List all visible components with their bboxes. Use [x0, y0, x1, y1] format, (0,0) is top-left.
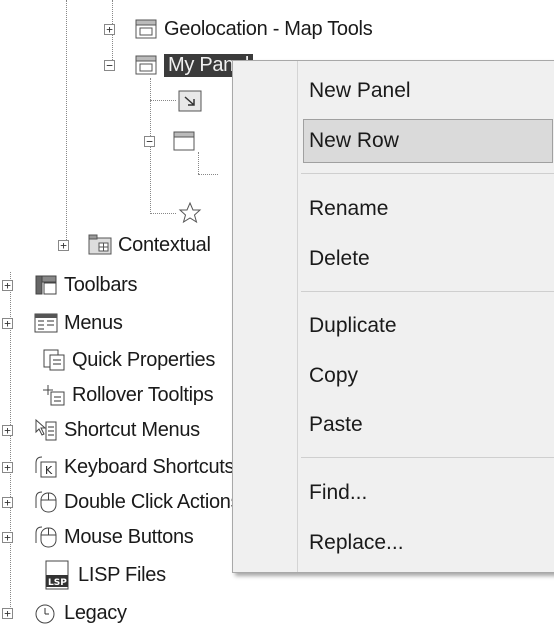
- tree-item-menus[interactable]: + Menus: [2, 306, 123, 340]
- tree-item-label: Mouse Buttons: [64, 525, 194, 548]
- menu-separator: [301, 173, 554, 174]
- menu-separator: [301, 457, 554, 458]
- toolbar-icon: [34, 273, 58, 297]
- tree-item-label: Menus: [64, 311, 123, 334]
- menu-item-label: Paste: [309, 413, 363, 436]
- shortcut-menu-icon: [34, 418, 58, 442]
- tree-item-label: Legacy: [64, 601, 127, 624]
- tree-item-label: Keyboard Shortcuts: [64, 455, 235, 478]
- tree-item-my-panel[interactable]: − My Panel: [104, 48, 253, 82]
- menu-item-label: Find...: [309, 481, 368, 504]
- tree-item-mouse-buttons[interactable]: + Mouse Buttons: [2, 520, 194, 554]
- tree-item-label: Toolbars: [64, 273, 138, 296]
- panel-row-icon: [172, 129, 196, 153]
- dialog-launcher-icon: [178, 89, 202, 113]
- tree-item-rollover-tooltips[interactable]: Rollover Tooltips: [2, 378, 214, 412]
- context-menu: New Panel New Row Rename Delete Duplicat…: [232, 60, 554, 573]
- menu-item-delete[interactable]: Delete: [233, 237, 554, 281]
- expand-icon[interactable]: +: [2, 280, 13, 291]
- menu-item-replace[interactable]: Replace...: [233, 521, 554, 565]
- menu-item-rename[interactable]: Rename: [233, 187, 554, 231]
- menu-icon: [34, 311, 58, 335]
- lisp-file-icon: LSP: [42, 560, 72, 590]
- menu-item-duplicate[interactable]: Duplicate: [233, 304, 554, 348]
- expand-icon[interactable]: +: [2, 318, 13, 329]
- tree-item-keyboard-shortcuts[interactable]: + K Keyboard Shortcuts: [2, 450, 235, 484]
- expand-icon[interactable]: +: [2, 608, 13, 619]
- tree-item-label: Double Click Actions: [64, 490, 241, 513]
- tree-connector: [66, 0, 67, 248]
- menu-item-new-panel[interactable]: New Panel: [233, 69, 554, 113]
- menu-item-label: Delete: [309, 247, 370, 270]
- contextual-tab-icon: [88, 233, 112, 257]
- menu-item-label: New Row: [309, 129, 399, 152]
- tree-item-row[interactable]: −: [140, 124, 202, 158]
- menu-item-find[interactable]: Find...: [233, 471, 554, 515]
- expand-icon[interactable]: +: [104, 24, 115, 35]
- tree-item-toolbars[interactable]: + Toolbars: [2, 268, 138, 302]
- tree-item-label: LISP Files: [78, 563, 166, 586]
- expand-icon[interactable]: +: [2, 425, 13, 436]
- tree-item-label: Shortcut Menus: [64, 418, 200, 441]
- panel-folder-icon: [134, 53, 158, 77]
- menu-item-label: Duplicate: [309, 314, 397, 337]
- menu-item-copy[interactable]: Copy: [233, 354, 554, 398]
- expand-icon[interactable]: +: [58, 240, 69, 251]
- tree-item-contextual[interactable]: + Contextual: [58, 228, 211, 262]
- tree-item-child[interactable]: [178, 84, 208, 118]
- menu-item-label: Copy: [309, 364, 359, 387]
- tree-item-double-click-actions[interactable]: + Double Click Actions: [2, 485, 241, 519]
- tree-connector: [198, 174, 218, 175]
- menu-separator: [301, 291, 554, 292]
- svg-text:LSP: LSP: [48, 578, 67, 588]
- panel-folder-icon: [134, 17, 158, 41]
- mouse-icon: [34, 490, 58, 514]
- tree-item-quick-properties[interactable]: Quick Properties: [2, 343, 215, 377]
- svg-text:K: K: [45, 464, 53, 477]
- expand-icon[interactable]: +: [2, 462, 13, 473]
- legacy-clock-icon: [34, 601, 58, 625]
- tree-connector: [150, 213, 176, 214]
- collapse-icon[interactable]: −: [104, 60, 115, 71]
- tree-item-label: Contextual: [118, 233, 211, 256]
- expand-icon[interactable]: +: [2, 532, 13, 543]
- tree-connector: [150, 100, 176, 101]
- tree-item-shortcut-menus[interactable]: + Shortcut Menus: [2, 413, 200, 447]
- collapse-icon[interactable]: −: [144, 136, 155, 147]
- menu-item-new-row[interactable]: New Row: [303, 119, 553, 163]
- mouse-icon: [34, 525, 58, 549]
- star-icon: [178, 201, 202, 225]
- menu-item-label: New Panel: [309, 79, 411, 102]
- tree-item-geolocation[interactable]: + Geolocation - Map Tools: [104, 12, 373, 46]
- quick-properties-icon: [42, 348, 66, 372]
- menu-item-label: Rename: [309, 197, 389, 220]
- tree-item-label: Geolocation - Map Tools: [164, 17, 373, 40]
- keyboard-icon: K: [34, 455, 58, 479]
- menu-item-paste[interactable]: Paste: [233, 403, 554, 447]
- tree-item-legacy[interactable]: + Legacy: [2, 596, 127, 630]
- tree-item-label: Quick Properties: [72, 348, 216, 371]
- expand-icon[interactable]: +: [2, 497, 13, 508]
- tree-item-lisp-files[interactable]: LSP LISP Files: [2, 558, 166, 592]
- rollover-tooltip-icon: [42, 383, 66, 407]
- tree-item-label: Rollover Tooltips: [72, 383, 214, 406]
- menu-item-label: Replace...: [309, 531, 404, 554]
- tree-item-child[interactable]: [178, 196, 208, 230]
